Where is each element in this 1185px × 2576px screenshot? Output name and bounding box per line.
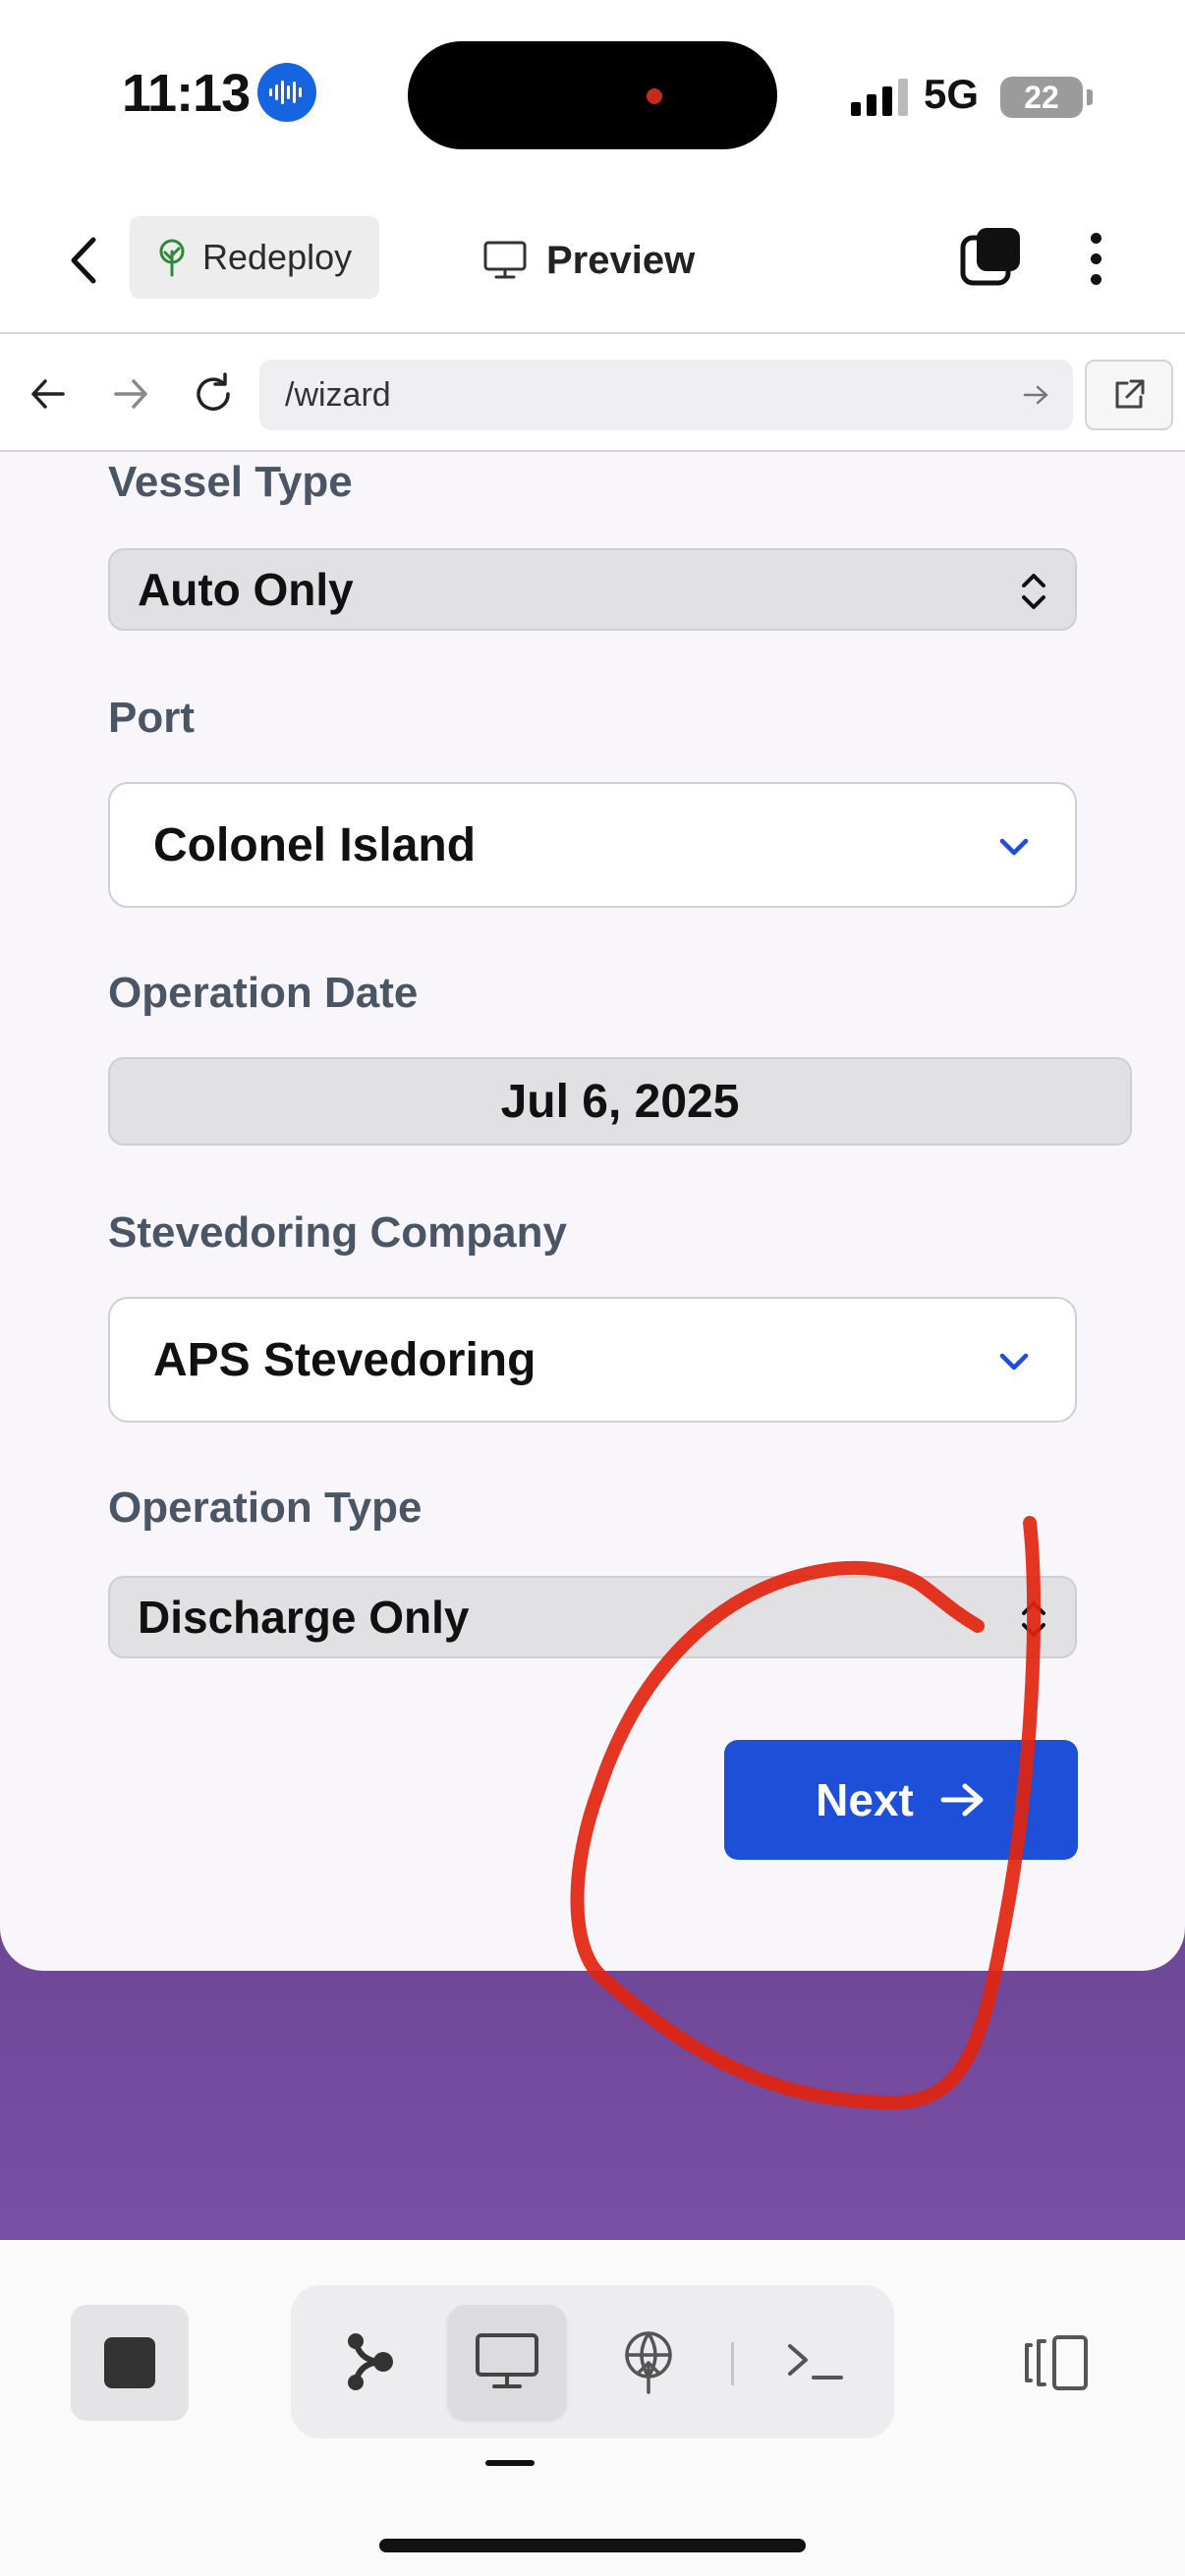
operation-date-label: Operation Date bbox=[108, 969, 419, 1017]
open-external-button[interactable] bbox=[1085, 360, 1173, 430]
more-button[interactable] bbox=[1071, 224, 1120, 293]
status-time: 11:13 bbox=[122, 64, 251, 123]
redeploy-button[interactable]: Redeploy bbox=[130, 216, 379, 299]
next-label: Next bbox=[816, 1774, 914, 1825]
deploy-tab[interactable] bbox=[590, 2305, 707, 2419]
segment-divider bbox=[731, 2342, 734, 2385]
terminal-icon bbox=[788, 2344, 843, 2380]
reload-button[interactable] bbox=[185, 365, 242, 422]
redeploy-label: Redeploy bbox=[202, 237, 353, 277]
branch-icon bbox=[348, 2333, 393, 2390]
chevron-left-icon bbox=[71, 237, 96, 284]
workflow-tab[interactable] bbox=[310, 2305, 428, 2419]
panel-icon bbox=[1025, 2335, 1088, 2390]
go-button[interactable] bbox=[1018, 377, 1053, 413]
preview-label: Preview bbox=[546, 238, 696, 282]
port-label: Port bbox=[108, 694, 195, 742]
network-type: 5G bbox=[924, 71, 980, 117]
operation-date-value: Jul 6, 2025 bbox=[500, 1075, 740, 1128]
back-button[interactable] bbox=[55, 226, 114, 295]
deploy-icon bbox=[625, 2331, 672, 2394]
view-switcher bbox=[291, 2285, 894, 2438]
browser-back-button[interactable] bbox=[20, 365, 77, 422]
bottom-toolbar bbox=[0, 2240, 1185, 2576]
signal-icon bbox=[851, 77, 908, 116]
panel-toggle-button[interactable] bbox=[1012, 2319, 1100, 2407]
layers-button[interactable] bbox=[959, 224, 1024, 289]
arrow-right-icon bbox=[114, 379, 147, 409]
vessel-type-value: Auto Only bbox=[138, 564, 354, 615]
chevron-down-icon bbox=[999, 1353, 1029, 1371]
updown-icon bbox=[1022, 574, 1045, 609]
next-button[interactable]: Next bbox=[724, 1740, 1078, 1860]
url-input[interactable]: /wizard bbox=[259, 360, 1073, 430]
monitor-icon bbox=[483, 241, 527, 279]
terminal-tab[interactable] bbox=[757, 2305, 875, 2419]
more-icon bbox=[1090, 232, 1101, 244]
operation-date-input[interactable]: Jul 6, 2025 bbox=[108, 1057, 1132, 1146]
operation-type-select[interactable]: Discharge Only bbox=[108, 1576, 1077, 1658]
stevedoring-company-label: Stevedoring Company bbox=[108, 1208, 567, 1257]
stop-button[interactable] bbox=[71, 2305, 189, 2421]
active-tab-indicator bbox=[485, 2460, 535, 2466]
chevron-down-icon bbox=[999, 838, 1029, 856]
external-link-icon bbox=[1115, 379, 1145, 409]
vessel-type-select[interactable]: Auto Only bbox=[108, 548, 1077, 631]
monitor-icon bbox=[476, 2333, 538, 2388]
preview-view-tab[interactable] bbox=[448, 2305, 566, 2419]
operation-type-label: Operation Type bbox=[108, 1484, 423, 1532]
layers-icon bbox=[960, 228, 1020, 286]
dynamic-island bbox=[408, 41, 777, 149]
vessel-type-label: Vessel Type bbox=[108, 458, 353, 506]
browser-bar: /wizard bbox=[0, 336, 1185, 452]
camera-indicator bbox=[647, 88, 662, 104]
stevedoring-company-value: APS Stevedoring bbox=[153, 1333, 536, 1386]
battery-level: 22 bbox=[1024, 80, 1059, 115]
arrow-right-icon bbox=[940, 1783, 984, 1817]
arrow-right-icon bbox=[1023, 385, 1048, 405]
voice-memo-icon bbox=[257, 63, 316, 122]
port-select[interactable]: Colonel Island bbox=[108, 782, 1077, 908]
updown-icon bbox=[1022, 1601, 1045, 1637]
tree-icon bbox=[159, 239, 185, 277]
status-bar: 11:13 5G 22 bbox=[0, 0, 1185, 196]
battery-icon: 22 bbox=[1000, 77, 1083, 118]
home-indicator[interactable] bbox=[379, 2539, 806, 2552]
app-header: Redeploy Preview bbox=[0, 196, 1185, 334]
url-text: /wizard bbox=[285, 375, 391, 414]
browser-forward-button[interactable] bbox=[102, 365, 159, 422]
operation-type-value: Discharge Only bbox=[138, 1592, 470, 1643]
reload-icon bbox=[197, 372, 230, 411]
preview-tab[interactable]: Preview bbox=[483, 226, 695, 295]
port-value: Colonel Island bbox=[153, 818, 477, 871]
stevedoring-company-select[interactable]: APS Stevedoring bbox=[108, 1297, 1077, 1423]
stop-icon bbox=[104, 2337, 155, 2388]
arrow-left-icon bbox=[31, 379, 65, 409]
battery-cap bbox=[1087, 89, 1093, 105]
